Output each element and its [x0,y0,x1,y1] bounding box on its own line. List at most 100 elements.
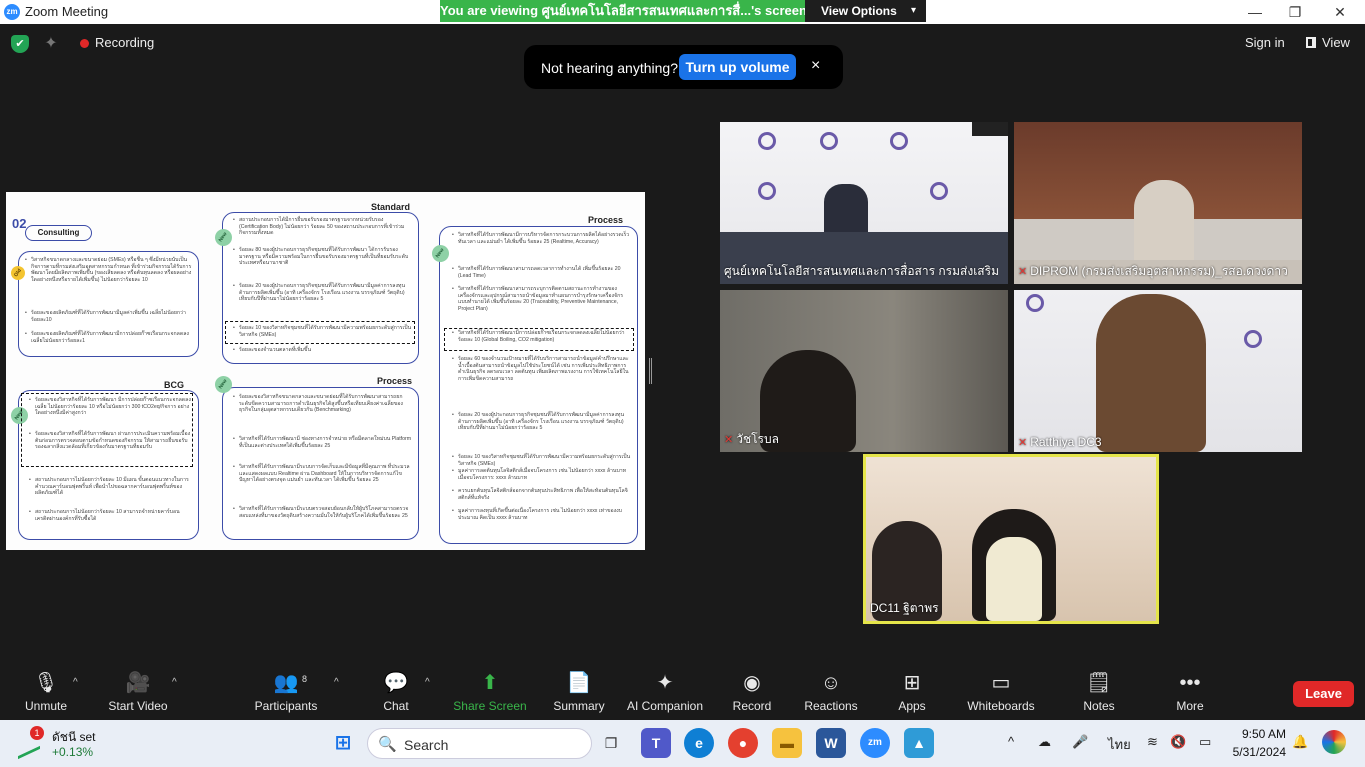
ai-sparkle-icon[interactable]: ✦ [40,33,62,55]
stock-change: +0.13% [52,745,94,759]
audio-options-chevron-icon[interactable]: ^ [73,677,78,688]
video-options-chevron-icon[interactable]: ^ [172,677,177,688]
toast-close-button[interactable]: × [811,57,820,75]
shared-screen: 02 Consulting Old วิสาหกิจขนาดกลางและขนา… [6,192,645,550]
chrome-icon[interactable]: ● [728,728,758,758]
bcg-header: BCG [164,380,184,390]
muted-mic-icon: ✕ [1018,266,1028,278]
consulting-label: Consulting [25,225,92,241]
share-screen-icon: ⬆ [481,672,499,694]
chat-options-chevron-icon[interactable]: ^ [425,677,430,688]
process-top-bullet-8: มูลค่าการลดต้นทุนโลจิสติกส์เมื่อจบโครงกา… [452,468,631,481]
summary-label: Summary [553,699,605,713]
active-speaker-tile[interactable]: DC11 ฐิตาพร [863,454,1159,624]
taskbar-search[interactable]: 🔍 Search [367,728,592,759]
video-tile[interactable]: ✕ วัชโรบล [720,290,1008,452]
notification-bell-icon[interactable]: 🔔 [1292,734,1308,750]
video-tile[interactable]: ✕ Ratthiya DC3 [1014,290,1302,452]
participant-count: 8 [302,674,308,684]
input-language[interactable]: ไทย [1108,734,1131,755]
viewing-screen-banner: You are viewing ศูนย์เทคโนโลยีสารสนเทศแล… [440,0,805,22]
minimize-button[interactable]: — [1240,2,1270,22]
video-tile[interactable]: ✕ DIPROM (กรมส่งเสริมอุตสาหกรรม)_รสอ.ดวงด… [1014,122,1302,284]
more-label: More [1176,699,1204,713]
share-screen-button[interactable]: ⬆ Share Screen [452,665,528,720]
close-window-button[interactable]: ✕ [1325,2,1355,22]
whiteboards-button[interactable]: ▭ Whiteboards [962,665,1040,720]
process-top-bullet-7: ร้อยละ 10 ของวิสาหกิจชุมชนที่ได้รับการพั… [452,454,631,467]
participant-name: ✕ Ratthiya DC3 [1018,435,1102,449]
participant-name-text: วัชโรบล [736,432,779,446]
summary-button[interactable]: 📄 Summary [550,665,608,720]
reactions-smiley-icon: ☺ [820,672,842,694]
start-video-button[interactable]: 🎥 Start Video [102,665,174,720]
view-options-button[interactable]: View Options ▾ [805,0,926,22]
notes-button[interactable]: 🗒 Notes [1078,665,1120,720]
process-mid-header: Process [377,376,413,386]
whiteboards-label: Whiteboards [967,699,1035,713]
teams-icon[interactable]: T [641,728,671,758]
stock-widget[interactable]: 1 [18,726,44,760]
windows-start-icon[interactable]: ⊞ [328,728,358,758]
wifi-icon[interactable]: ≋ [1147,734,1158,750]
participants-button[interactable]: 👥 Participants [250,665,322,720]
battery-icon[interactable]: ▭ [1199,734,1211,750]
old-badge: Old [8,263,28,283]
reactions-button[interactable]: ☺ Reactions [800,665,862,720]
participants-label: Participants [254,699,318,713]
view-options-label: View Options [821,4,897,18]
bcg-bullet-2: ร้อยละของวิสาหกิจที่ได้รับการพัฒนา ผ่านก… [29,431,192,451]
photos-icon[interactable]: ▲ [904,728,934,758]
task-view-icon[interactable]: ❐ [596,728,626,758]
microphone-tray-icon[interactable]: 🎤 [1072,734,1088,750]
turn-up-volume-button[interactable]: Turn up volume [679,54,796,80]
volume-muted-icon[interactable]: 🔇 [1170,734,1186,750]
record-label: Record [732,699,772,713]
standard-panel: New สถานประกอบการได้มีการยื่นขอรับรองมาต… [211,212,419,364]
ai-companion-button[interactable]: ✦ AI Companion [624,665,706,720]
file-explorer-icon[interactable]: ▬ [772,728,802,758]
standard-bullet-5: ร้อยละของจำนวนตลาดที่เพิ่มขึ้น [233,347,412,354]
split-resize-handle[interactable] [649,358,652,384]
diprom-logo-icon [758,132,776,150]
diprom-logo-icon [930,182,948,200]
participant-name-text: DIPROM (กรมส่งเสริมอุตสาหกรรม)_รสอ.ดวงดา… [1030,264,1288,278]
copilot-icon[interactable] [1322,730,1346,754]
process-top-bullet-10: มูลค่าการลงทุนที่เกิดขึ้นต่อเนื่องโครงกา… [452,508,631,521]
taskbar-date[interactable]: 5/31/2024 [1226,745,1286,759]
view-button[interactable]: View [1306,35,1350,50]
record-button[interactable]: ◉ Record [727,665,777,720]
apps-button[interactable]: ⊞ Apps [892,665,932,720]
edge-icon[interactable]: e [684,728,714,758]
chat-button[interactable]: 💬 Chat [370,665,422,720]
audio-toast: Not hearing anything? Turn up volume × [524,45,843,89]
leave-button[interactable]: Leave [1293,681,1354,707]
taskbar-time[interactable]: 9:50 AM [1230,727,1286,741]
maximize-button[interactable]: ❐ [1280,2,1310,22]
diprom-logo-icon [890,132,908,150]
diprom-logo-icon [1244,330,1262,348]
participants-options-chevron-icon[interactable]: ^ [334,677,339,688]
process-top-bullet-2: วิสาหกิจที่ได้รับการพัฒนาสามารถลดเวลาการ… [452,266,631,279]
diprom-logo-icon [820,132,838,150]
person-face-shape [986,537,1042,621]
video-tile[interactable]: ศูนย์เทคโนโลยีสารสนเทศและการสื่อสาร กรมส… [720,122,1008,284]
ai-companion-label: AI Companion [626,699,704,713]
participants-icon: 👥 [273,672,299,694]
cloud-sync-icon[interactable]: ☁ [1038,734,1051,750]
bcg-bullet-3: สถานประกอบการไม่น้อยกว่าร้อยละ 10 มีแผน … [29,477,192,497]
standard-bullet-2: ร้อยละ 80 ของผู้ประกอบการธุรกิจชุมชนที่ไ… [233,247,412,267]
process-top-bullet-1: วิสาหกิจที่ได้รับการพัฒนามีการบริหารจัดก… [452,232,631,245]
word-icon[interactable]: W [816,728,846,758]
zoom-taskbar-icon[interactable]: zm [860,728,890,758]
sign-in-link[interactable]: Sign in [1245,35,1285,50]
tray-chevron-icon[interactable]: ^ [1008,734,1014,749]
process-top-bullet-9: ควรแยกต้นทุนโลจิสติกส์ออกจากต้นทุนประสิท… [452,488,631,501]
process-mid-bullet-3: วิสาหกิจที่ได้รับการพัฒนามีระบบการจัดเก็… [233,464,412,484]
more-button[interactable]: ••• More [1170,665,1210,720]
recording-status[interactable]: Recording [95,35,154,50]
security-shield-icon[interactable]: ✔ [11,35,29,53]
unmute-label: Unmute [24,699,68,713]
unmute-button[interactable]: 🎙 Unmute [14,665,78,720]
recording-dot-icon [80,39,89,48]
